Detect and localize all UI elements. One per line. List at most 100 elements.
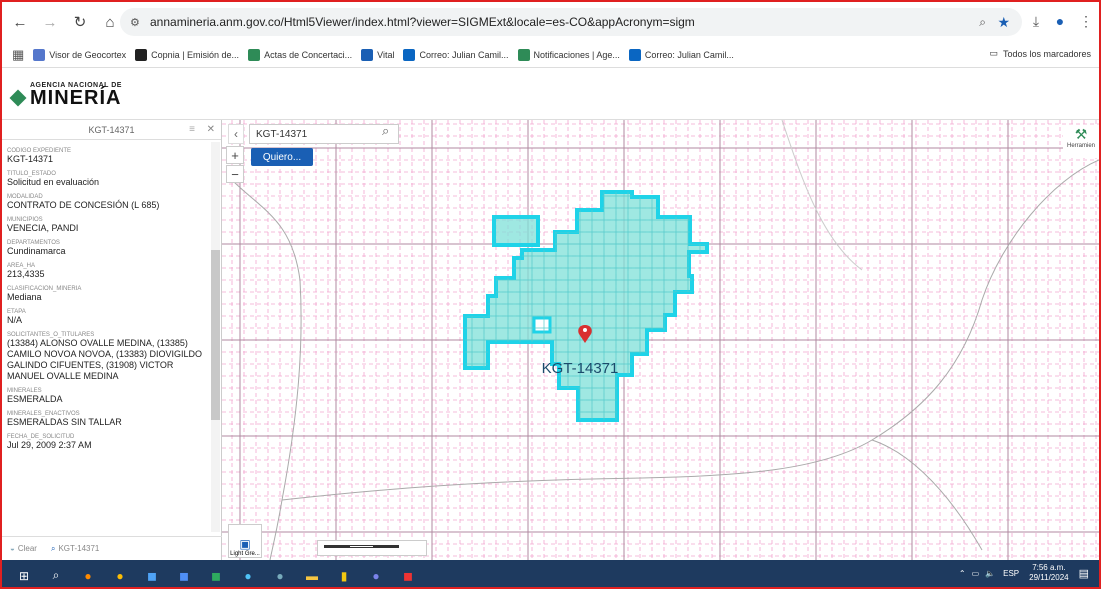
map-view[interactable]: KGT-14371 ‹ KGT-14371 ⌕ + − Quiero... ⚒ H…: [222, 120, 1099, 560]
attribute-value: N/A: [7, 315, 23, 325]
firefox-icon[interactable]: ●: [74, 562, 102, 588]
bookmark-label: Correo: Julian Camil...: [419, 49, 509, 60]
logo-big-text: MINERÍA: [30, 87, 122, 109]
panel-title: KGT-14371: [88, 124, 135, 135]
word-icon[interactable]: ◼: [170, 562, 198, 588]
results-tab[interactable]: ⌕ KGT-14371: [51, 544, 99, 554]
search-icon[interactable]: ⌕: [382, 123, 389, 139]
bookmark-item[interactable]: Notificaciones | Age...: [517, 48, 620, 61]
clock[interactable]: 7:56 a.m. 29/11/2024: [1029, 563, 1068, 583]
collapse-arrow-icon[interactable]: ‹: [228, 124, 244, 144]
attribute-value: Cundinamarca: [7, 246, 66, 256]
list-menu-icon[interactable]: ≡: [189, 124, 195, 135]
back-icon[interactable]: ←: [8, 10, 32, 34]
scale-bar: [317, 540, 427, 556]
bookmark-star-icon[interactable]: ★: [997, 14, 1010, 31]
bookmark-favicon-icon: [33, 48, 46, 61]
zoom-icon[interactable]: ⌕: [979, 15, 986, 30]
clear-button[interactable]: ◒ Clear: [10, 544, 37, 553]
search-taskbar-icon[interactable]: ⌕: [42, 562, 70, 588]
address-bar[interactable]: ⚙ annamineria.anm.gov.co/Html5Viewer/ind…: [120, 8, 1022, 36]
notifications-icon[interactable]: ▤: [1079, 567, 1089, 580]
profile-icon[interactable]: ●: [1050, 11, 1070, 31]
zoom-in-button[interactable]: +: [226, 146, 244, 164]
bookmark-favicon-icon: [517, 48, 530, 61]
excel-icon[interactable]: ◼: [202, 562, 230, 588]
tray-chevron-icon[interactable]: ⌃: [959, 569, 966, 578]
basemap-label: Light Gre...: [230, 551, 260, 557]
tools-button[interactable]: ⚒ Herramien: [1063, 126, 1099, 158]
bookmark-favicon-icon: [135, 48, 148, 61]
apps-icon[interactable]: ▦: [12, 47, 24, 63]
map-canvas[interactable]: KGT-14371: [222, 120, 1099, 560]
mining-title-polygon-part: [492, 215, 540, 247]
panel-scrollbar-thumb[interactable]: [211, 250, 220, 420]
bookmark-item[interactable]: Copnia | Emisión de...: [135, 48, 240, 61]
zoom-out-button[interactable]: −: [226, 165, 244, 183]
all-bookmarks-button[interactable]: ▭ Todos los marcadores: [989, 48, 1091, 59]
attribute-value: Jul 29, 2009 2:37 AM: [7, 440, 92, 450]
tools-label: Herramien: [1066, 143, 1095, 149]
power-bi-icon[interactable]: ▮: [330, 562, 358, 588]
tools-icon: ⚒: [1074, 126, 1088, 142]
attribute-field: FECHA_DE_SOLICITUD Jul 29, 2009 2:37 AM: [7, 434, 208, 451]
teams-icon[interactable]: ●: [362, 562, 390, 588]
app-icon[interactable]: ●: [234, 562, 262, 588]
bookmark-label: Actas de Concertaci...: [264, 49, 353, 60]
bookmark-item[interactable]: Correo: Julian Camil...: [403, 48, 509, 61]
windows-start-icon[interactable]: ⊞: [10, 562, 38, 588]
bookmark-label: Vital: [377, 49, 395, 60]
bookmark-item[interactable]: Visor de Geocortex: [33, 48, 127, 61]
polygon-label: KGT-14371: [542, 360, 619, 377]
road-line: [231, 179, 302, 560]
download-icon[interactable]: ⤓: [1026, 11, 1046, 31]
attribute-field: Codigo Expediente KGT-14371: [7, 148, 208, 165]
site-info-icon[interactable]: ⚙: [130, 16, 140, 29]
quiero-button[interactable]: Quiero...: [251, 148, 313, 166]
agency-logo[interactable]: AGENCIA NACIONAL DE MINERÍA: [9, 82, 122, 110]
close-icon[interactable]: ✕: [207, 124, 215, 135]
forward-icon[interactable]: →: [38, 10, 62, 34]
attribute-field: TITULO_ESTADO Solicitud en evaluación: [7, 171, 208, 188]
network-icon[interactable]: ▭: [972, 569, 980, 578]
road-line: [781, 120, 863, 271]
attribute-value: Solicitud en evaluación: [7, 177, 100, 187]
bookmarks-bar: ▦ Visor de Geocortex Copnia | Emisión de…: [2, 42, 1099, 68]
basemap-icon: ▣: [239, 537, 251, 551]
app-header: AGENCIA NACIONAL DE MINERÍA: [2, 68, 1099, 120]
bookmark-item[interactable]: Vital: [361, 48, 395, 61]
acrobat-icon[interactable]: ◼: [394, 562, 422, 588]
scale-segment: [349, 545, 374, 548]
bookmark-label: Copnia | Emisión de...: [151, 49, 240, 60]
bookmark-favicon-icon: [628, 48, 641, 61]
maps-icon[interactable]: ●: [266, 562, 294, 588]
bookmark-label: Visor de Geocortex: [49, 49, 127, 60]
scale-segment: [324, 545, 349, 548]
attribute-value: VENECIA, PANDI: [7, 223, 79, 233]
attribute-value: KGT-14371: [7, 154, 54, 164]
bookmark-item[interactable]: Correo: Julian Camil...: [628, 48, 734, 61]
scale-segment: [374, 545, 399, 548]
outlook-icon[interactable]: ◼: [138, 562, 166, 588]
file-explorer-icon[interactable]: ▬: [298, 562, 326, 588]
language-indicator[interactable]: ESP: [1003, 569, 1019, 578]
reload-icon[interactable]: ↻: [68, 10, 92, 34]
bookmark-item[interactable]: Actas de Concertaci...: [248, 48, 353, 61]
results-panel: KGT-14371 ≡ ✕ Codigo Expediente KGT-14371…: [2, 120, 222, 560]
attribute-field: SOLICITANTES_O_TITULARES (13384) ALONSO O…: [7, 332, 208, 382]
attribute-value: ESMERALDAS SIN TALLAR: [7, 417, 122, 427]
volume-icon[interactable]: 🔈: [985, 569, 995, 578]
system-tray: ⌃ ▭ 🔈 ESP 7:56 a.m. 29/11/2024 ▤: [959, 563, 1089, 583]
menu-icon[interactable]: ⋮: [1076, 11, 1096, 31]
chrome-icon[interactable]: ●: [106, 562, 134, 588]
road-line: [871, 439, 983, 551]
results-tab-label: KGT-14371: [58, 544, 100, 553]
screenshot: ← → ↻ ⌂ ⚙ annamineria.anm.gov.co/Html5Vi…: [0, 0, 1101, 589]
attribute-value: Mediana: [7, 292, 42, 302]
basemap-switcher[interactable]: ▣ Light Gre...: [228, 524, 262, 558]
attribute-field: MINERALES_ENACTIVOS ESMERALDAS SIN TALLAR: [7, 411, 208, 428]
map-search-input[interactable]: KGT-14371: [249, 124, 399, 144]
polygon-hole: [532, 316, 552, 334]
bookmark-label: Correo: Julian Camil...: [644, 49, 734, 60]
home-icon[interactable]: ⌂: [98, 10, 122, 34]
